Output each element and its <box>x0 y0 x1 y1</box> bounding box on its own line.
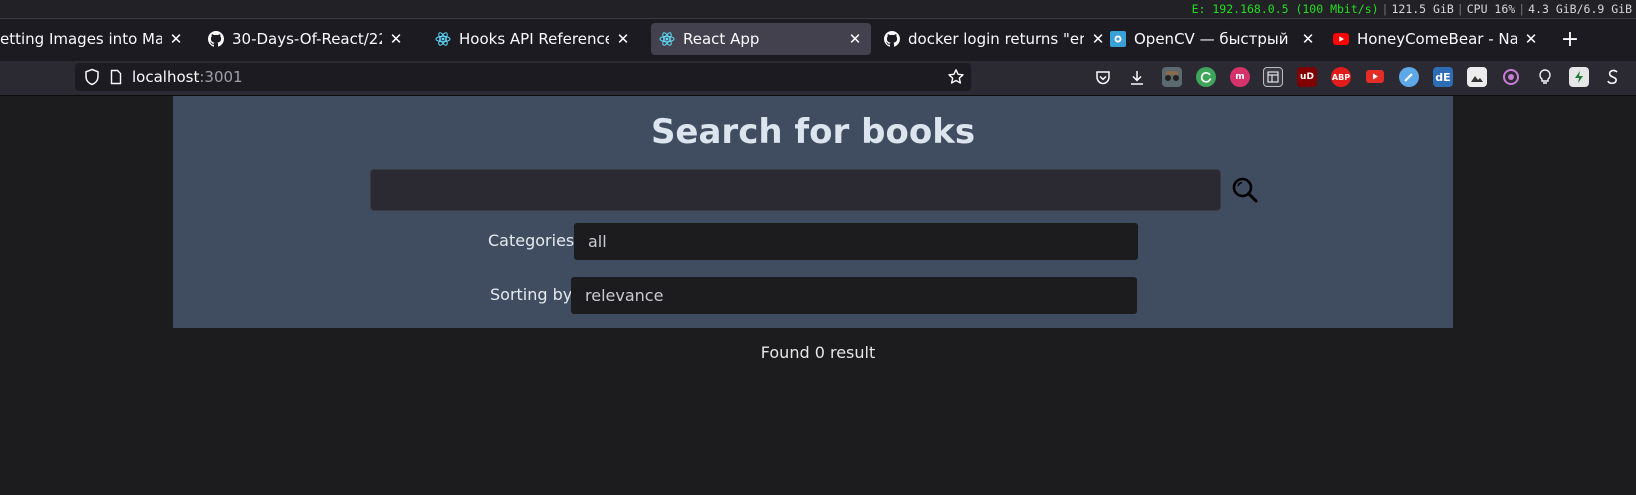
extension-table-icon[interactable] <box>1263 67 1283 87</box>
network-status: E: 192.168.0.5 (100 Mbit/s) <box>1191 2 1379 16</box>
extension-dc-icon[interactable]: dE <box>1433 67 1453 87</box>
extension-m-icon[interactable]: m <box>1230 67 1250 87</box>
page-title: Search for books <box>650 112 976 152</box>
star-icon[interactable] <box>947 68 965 86</box>
ublock-icon[interactable]: uD <box>1297 67 1317 87</box>
sorting-select[interactable]: relevance <box>571 277 1137 314</box>
url-bar[interactable]: localhost:3001 <box>75 63 971 91</box>
sorting-label: Sorting by <box>490 285 573 304</box>
react-icon <box>659 31 675 47</box>
memory-status: 4.3 GiB/6.9 GiB <box>1528 2 1632 16</box>
tab-title: HoneyComeBear - Natsu <box>1357 30 1517 48</box>
categories-value: all <box>588 232 607 251</box>
youtube-icon <box>1333 31 1349 47</box>
tab-opencv[interactable]: OpenCV — быстрый стар ✕ <box>1102 23 1324 55</box>
close-icon[interactable]: ✕ <box>388 30 404 48</box>
results-count: Found 0 result <box>760 343 876 362</box>
react-icon <box>435 31 451 47</box>
close-icon[interactable]: ✕ <box>1300 30 1316 48</box>
extension-photo-icon[interactable] <box>1467 67 1487 87</box>
search-panel: Search for books Categories all Sorting … <box>173 96 1453 328</box>
url-port: :3001 <box>199 68 243 86</box>
tab-hooks-api-reference[interactable]: Hooks API Reference – Re ✕ <box>427 23 639 55</box>
categories-select[interactable]: all <box>574 223 1138 260</box>
tab-bar: etting Images into Markdow ✕ 30-Days-Of-… <box>0 19 1636 61</box>
close-icon[interactable]: ✕ <box>168 30 184 48</box>
url-text[interactable]: localhost:3001 <box>132 68 243 86</box>
tab-title: React App <box>683 30 760 48</box>
url-host: localhost <box>132 68 200 86</box>
youtube-extension-icon[interactable] <box>1365 67 1385 87</box>
tab-title: docker login returns "erro <box>908 30 1084 48</box>
new-tab-button[interactable]: + <box>1556 23 1584 55</box>
tab-honeycomebear[interactable]: HoneyComeBear - Natsu ✕ <box>1325 23 1547 55</box>
categories-label: Categories <box>488 231 575 250</box>
tab-title: Hooks API Reference – Re <box>459 30 609 48</box>
tab-react-app[interactable]: React App ✕ <box>651 23 871 55</box>
close-icon[interactable]: ✕ <box>847 30 863 48</box>
close-icon[interactable]: ✕ <box>615 30 631 48</box>
tab-title: OpenCV — быстрый стар <box>1134 30 1294 48</box>
github-icon <box>884 31 900 47</box>
github-icon <box>208 31 224 47</box>
cpu-status: CPU 16% <box>1466 2 1516 16</box>
close-icon[interactable]: ✕ <box>1523 30 1539 48</box>
adblock-plus-icon[interactable]: ABP <box>1331 67 1351 87</box>
shield-icon[interactable] <box>83 68 101 86</box>
extension-pen-icon[interactable] <box>1399 67 1419 87</box>
page-content: Search for books Categories all Sorting … <box>0 96 1636 495</box>
system-status-bar: E: 192.168.0.5 (100 Mbit/s) | 121.5 GiB … <box>0 0 1636 19</box>
search-icon[interactable] <box>1231 176 1259 204</box>
tab-30-days-of-react[interactable]: 30-Days-Of-React/22_for ✕ <box>200 23 412 55</box>
disk-status: 121.5 GiB <box>1391 2 1454 16</box>
download-icon[interactable] <box>1127 68 1147 88</box>
extension-spy-icon[interactable] <box>1162 67 1182 87</box>
extension-circle-icon[interactable] <box>1501 67 1521 87</box>
tab-markdown-images[interactable]: etting Images into Markdow ✕ <box>0 23 192 55</box>
page-icon <box>108 69 124 85</box>
sorting-value: relevance <box>585 286 664 305</box>
extension-bolt-icon[interactable] <box>1569 67 1589 87</box>
tab-title: etting Images into Markdow <box>0 30 162 48</box>
opencv-icon <box>1110 31 1126 47</box>
search-input[interactable] <box>370 169 1221 211</box>
extension-s-icon[interactable] <box>1603 67 1623 87</box>
pocket-icon[interactable] <box>1093 68 1113 88</box>
tab-title: 30-Days-Of-React/22_for <box>232 30 382 48</box>
lightbulb-icon[interactable] <box>1535 67 1555 87</box>
tab-docker-login[interactable]: docker login returns "erro ✕ <box>876 23 1114 55</box>
navigation-bar: localhost:3001 m uD ABP dE <box>0 61 1636 96</box>
extension-refresh-icon[interactable] <box>1196 67 1216 87</box>
